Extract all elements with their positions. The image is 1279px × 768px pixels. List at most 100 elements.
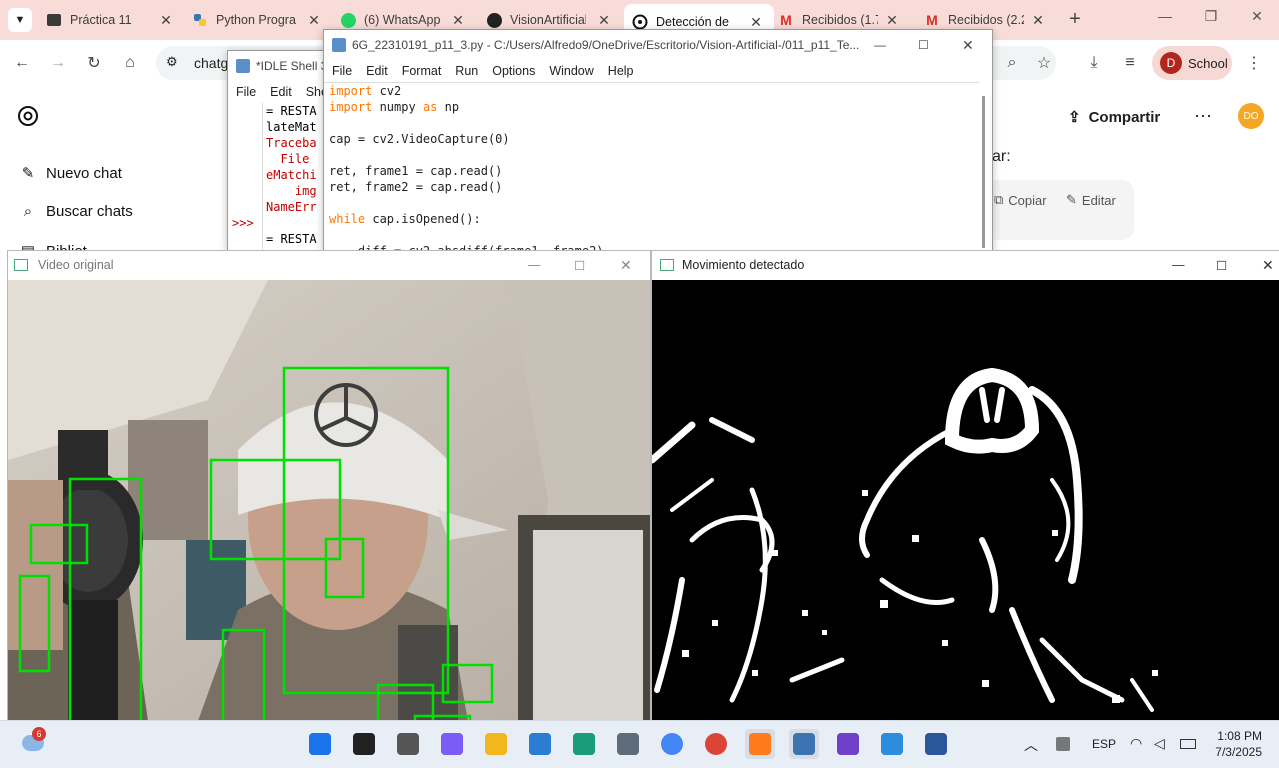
- close-button[interactable]: ✕: [962, 37, 974, 54]
- copy-icon: ⧉: [994, 192, 1004, 207]
- close-icon[interactable]: ✕: [450, 12, 466, 29]
- menu-window[interactable]: Window: [549, 64, 593, 78]
- media-control-icon[interactable]: ≡: [1118, 51, 1142, 75]
- more-menu-icon[interactable]: ⋮: [1242, 51, 1266, 75]
- minimize-button[interactable]: —: [874, 38, 886, 52]
- user-avatar[interactable]: DO: [1238, 103, 1264, 129]
- share-button[interactable]: ⇪ Compartir: [1068, 106, 1160, 128]
- share-icon: ⇪: [1068, 109, 1081, 126]
- language-indicator[interactable]: ESP: [1092, 737, 1116, 751]
- copy-button[interactable]: ⧉ Copiar: [994, 192, 1047, 208]
- bookmark-star-icon[interactable]: ☆: [1032, 51, 1056, 75]
- code-line: ret, frame1 = cap.read(): [329, 164, 503, 178]
- tray-app-icon[interactable]: [1056, 737, 1070, 751]
- detection-overlay: [18, 366, 494, 721]
- download-icon[interactable]: ⤓: [1082, 51, 1106, 75]
- motion-titlebar: Movimiento detectado — ☐ ✕: [652, 251, 1279, 279]
- video-original-titlebar: Video original — ☐ ✕: [8, 251, 650, 279]
- menu-edit[interactable]: Edit: [366, 64, 388, 78]
- show-hidden-icons[interactable]: ︿: [1024, 735, 1038, 755]
- tab-title: Python Progra: [216, 13, 296, 27]
- close-button[interactable]: ✕: [620, 257, 632, 274]
- code-editor[interactable]: import cv2 import numpy as np cap = cv2.V…: [324, 82, 979, 251]
- virtualbox-icon[interactable]: [613, 729, 643, 759]
- restore-button[interactable]: ❐: [1188, 8, 1234, 32]
- tab-search-button[interactable]: ▼: [8, 8, 32, 32]
- minimize-button[interactable]: —: [1172, 258, 1185, 272]
- maximize-button[interactable]: ☐: [918, 38, 929, 52]
- chrome-profile-icon[interactable]: [701, 729, 731, 759]
- detection-box: [441, 663, 494, 704]
- idle-shell-menubar: File Edit Shell: [228, 81, 338, 103]
- photos-icon[interactable]: [877, 729, 907, 759]
- windows-start-icon[interactable]: [305, 729, 335, 759]
- close-icon[interactable]: ✕: [884, 12, 900, 29]
- menu-edit[interactable]: Edit: [270, 85, 292, 99]
- file-explorer-icon[interactable]: [481, 729, 511, 759]
- edit-button[interactable]: ✎ Editar: [1066, 192, 1116, 208]
- home-icon[interactable]: ⌂: [118, 51, 142, 75]
- close-icon[interactable]: ✕: [596, 12, 612, 29]
- github-desktop-icon[interactable]: [833, 729, 863, 759]
- wifi-icon[interactable]: ◠: [1130, 735, 1142, 752]
- sidebar-item-new-chat[interactable]: ✎ Nuevo chat: [18, 164, 122, 183]
- edge-icon[interactable]: [569, 729, 599, 759]
- detection-box: [324, 537, 365, 599]
- close-window-button[interactable]: ✕: [1234, 8, 1279, 32]
- clock-time: 1:08 PM: [1217, 729, 1262, 743]
- menu-file[interactable]: File: [236, 85, 256, 99]
- menu-help[interactable]: Help: [608, 64, 634, 78]
- vscode-icon[interactable]: [525, 729, 555, 759]
- battery-icon[interactable]: [1180, 739, 1196, 749]
- word-icon[interactable]: [921, 729, 951, 759]
- maximize-button[interactable]: ☐: [1216, 258, 1227, 273]
- new-tab-button[interactable]: +: [1064, 8, 1086, 30]
- close-icon[interactable]: ✕: [748, 14, 764, 31]
- more-options-icon[interactable]: ⋯: [1194, 106, 1212, 127]
- forward-icon[interactable]: →: [46, 51, 70, 75]
- sidebar-item-search[interactable]: ⌕ Buscar chats: [18, 203, 133, 220]
- close-icon[interactable]: ✕: [158, 12, 174, 29]
- maximize-button[interactable]: ☐: [574, 258, 585, 273]
- idle-python-icon[interactable]: [789, 729, 819, 759]
- site-info-icon[interactable]: ⚙: [166, 54, 178, 70]
- close-icon[interactable]: ✕: [306, 12, 322, 29]
- menu-file[interactable]: File: [332, 64, 352, 78]
- sublime-icon[interactable]: [745, 729, 775, 759]
- volume-icon[interactable]: ◁: [1154, 735, 1165, 752]
- pencil-icon: ✎: [1066, 192, 1077, 207]
- chrome-icon[interactable]: [657, 729, 687, 759]
- idle-shell-titlebar: *IDLE Shell 3: [228, 51, 338, 81]
- copilot-icon[interactable]: [437, 729, 467, 759]
- openai-logo-icon[interactable]: [16, 104, 40, 128]
- shell-line: eMatchi: [266, 168, 317, 182]
- close-button[interactable]: ✕: [1262, 257, 1274, 274]
- tab-title: (6) WhatsApp: [364, 13, 441, 27]
- shell-output[interactable]: = RESTA lateMat Traceba File eMatchi img Na…: [262, 103, 317, 251]
- clock[interactable]: 1:08 PM 7/3/2025: [1208, 728, 1262, 760]
- tab-python[interactable]: Python Progra ✕: [192, 6, 322, 34]
- close-icon[interactable]: ✕: [1030, 12, 1046, 29]
- edit-icon: ✎: [21, 165, 35, 182]
- menu-options[interactable]: Options: [492, 64, 535, 78]
- weather-badge: 6: [32, 727, 46, 741]
- tab-title: Detección de: [656, 15, 729, 29]
- zoom-icon[interactable]: ⌕: [1000, 51, 1024, 75]
- task-view-icon[interactable]: [393, 729, 423, 759]
- tab-practica[interactable]: Práctica 11 ✕: [46, 6, 174, 34]
- vertical-scrollbar[interactable]: [982, 96, 985, 248]
- minimize-button[interactable]: —: [528, 258, 541, 272]
- weather-widget[interactable]: 6: [18, 727, 48, 759]
- reload-icon[interactable]: ↻: [82, 51, 106, 75]
- search-icon[interactable]: [349, 729, 379, 759]
- menu-format[interactable]: Format: [402, 64, 442, 78]
- minimize-button[interactable]: —: [1142, 8, 1188, 32]
- code-line: ret, frame2 = cap.read(): [329, 180, 503, 194]
- chatgpt-icon: [632, 14, 648, 30]
- profile-chip[interactable]: D School: [1152, 46, 1232, 80]
- back-icon[interactable]: ←: [10, 51, 34, 75]
- menu-run[interactable]: Run: [455, 64, 478, 78]
